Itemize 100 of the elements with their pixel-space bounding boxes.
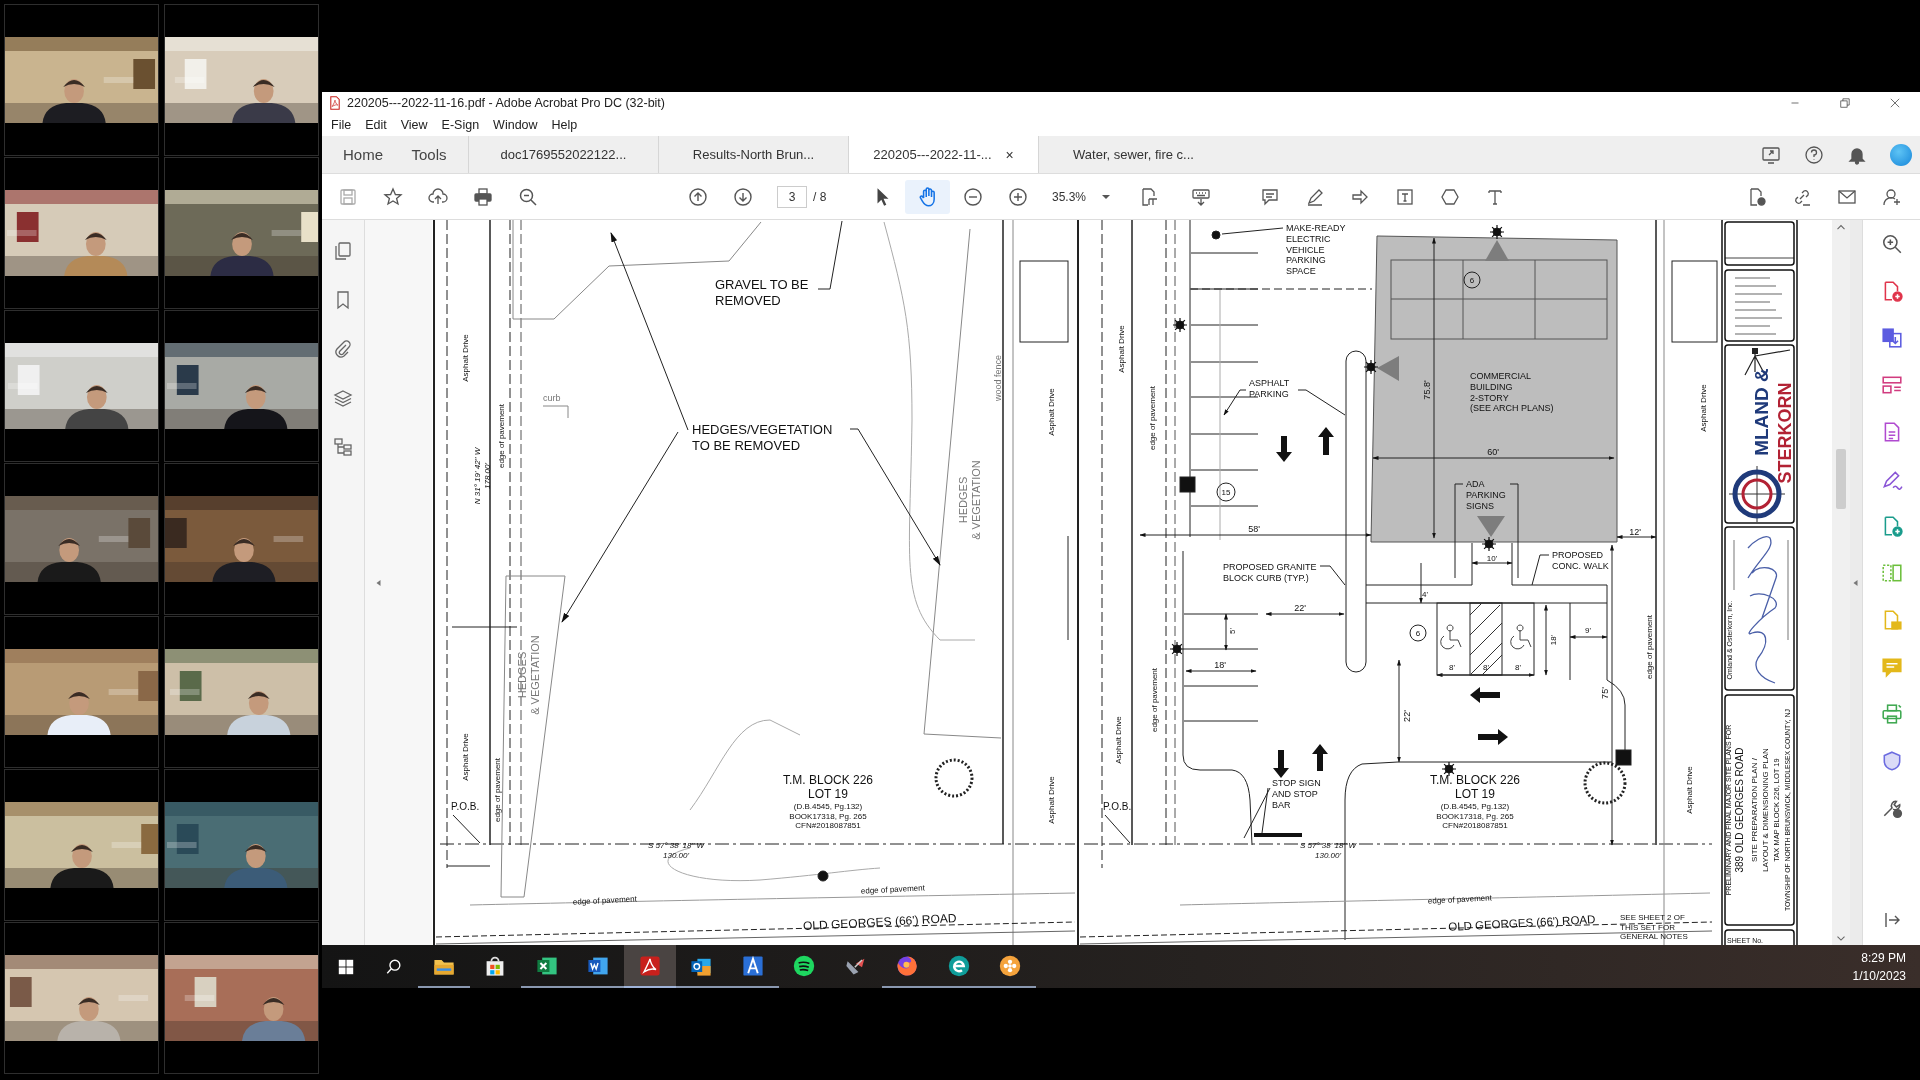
plan-label: P.O.B. (451, 801, 480, 812)
triangle-app-icon[interactable] (740, 953, 765, 978)
note-label: SEE SHEET 2 OF THIS SET FOR GENERAL NOTES (1620, 913, 1688, 942)
deed-reference: (D.B.4545, Pg.132) BOOK17318, Pg. 265 CFN#2018087851 (789, 802, 867, 831)
plan-label: Asphalt Drive (1047, 388, 1056, 436)
document-tab[interactable]: 220205---2022-11-... × (848, 136, 1038, 173)
clock-date[interactable]: 1/10/2023 (1852, 966, 1906, 985)
dimension-label: 5' (1228, 628, 1237, 634)
plan-label: Asphalt Drive (461, 733, 470, 781)
bearing-label: S 57° 38' 18" W 130.00' (1300, 841, 1356, 860)
comment-icon[interactable] (1259, 186, 1280, 207)
menu-item[interactable]: Help (544, 118, 585, 132)
target-logo-icon (1728, 348, 1791, 523)
callout-label: MAKE-READY ELECTRIC VEHICLE PARKING SPACE (1286, 223, 1346, 277)
dimension-label: 18' (1549, 634, 1558, 646)
music-app-icon[interactable] (792, 953, 817, 978)
menu-item[interactable]: File (324, 118, 359, 132)
globe-app-icon[interactable] (946, 953, 971, 978)
callout-number: 15 (1221, 488, 1231, 497)
upload-icon[interactable] (427, 186, 448, 207)
dimension-label: 9' (1585, 626, 1591, 635)
paperclip-icon[interactable] (333, 339, 353, 359)
scroll-icon[interactable] (1190, 186, 1211, 207)
callout-number: 6 (1469, 276, 1475, 285)
callout-label: STOP SIGN AND STOP BAR (1272, 778, 1321, 810)
page-number-field[interactable]: 3 (777, 185, 807, 208)
pdf-file-icon (328, 96, 342, 110)
dimension-label: 8' (1483, 663, 1489, 672)
close-tab-button[interactable]: × (1005, 146, 1014, 163)
plan-label: curb (543, 393, 561, 403)
plan-label: Asphalt Drive (1047, 776, 1056, 824)
dimension-label: 4' (1422, 590, 1428, 599)
document-tab[interactable]: Water, sewer, fire c... (1038, 136, 1228, 173)
star-icon[interactable] (382, 186, 403, 207)
layout-icon[interactable] (1880, 374, 1903, 396)
zoom-in-icon[interactable] (1880, 233, 1903, 255)
hexagon-icon[interactable] (1439, 186, 1460, 207)
callout-label: ADA PARKING SIGNS (1466, 479, 1506, 511)
flower-app-icon[interactable] (998, 953, 1023, 978)
dimension-label: 75.8' (1422, 380, 1432, 400)
print-icon[interactable] (472, 186, 493, 207)
help-icon[interactable] (1804, 144, 1824, 165)
dimension-label: 18' (1214, 660, 1226, 670)
pen-icon[interactable] (1880, 468, 1903, 490)
lot-label: T.M. BLOCK 226 LOT 19 (783, 773, 873, 802)
area-label: HEDGES & VEGETATION (957, 460, 983, 540)
menu-item[interactable]: Window (486, 118, 545, 132)
zoom-in-icon[interactable] (1007, 186, 1028, 207)
collapse-left-icon[interactable] (374, 577, 384, 588)
clock-time[interactable]: 8:29 PM (1861, 948, 1906, 967)
zoom-out-icon[interactable] (517, 186, 538, 207)
search-icon[interactable] (385, 957, 403, 976)
callout-label: ASPHALT PARKING (1249, 378, 1290, 399)
dimension-label: 58' (1248, 524, 1260, 534)
plan-label: Asphalt Drive (1699, 384, 1708, 432)
document-tab[interactable]: doc1769552022122... (468, 136, 658, 173)
next-page-icon[interactable] (732, 186, 753, 207)
plan-label: edge of pavement (860, 883, 926, 896)
nav-tab[interactable]: Home (332, 136, 394, 173)
logo-wordmark: MLAND & (1751, 368, 1772, 456)
callout-label: HEDGES/VEGETATION TO BE REMOVED (692, 422, 833, 453)
screen-share-icon[interactable] (1761, 144, 1781, 165)
logo-wordmark: STERKORN (1775, 382, 1795, 484)
avatar[interactable] (1890, 143, 1912, 166)
printer-icon[interactable] (1880, 703, 1903, 725)
plan-label: Asphalt Drive (461, 334, 470, 382)
plan-label: wood fence (993, 355, 1003, 401)
lot-label: T.M. BLOCK 226 LOT 19 (1430, 773, 1520, 802)
plan-label: edge of pavement (1148, 386, 1157, 450)
callout-number: 6 (1415, 629, 1421, 638)
structure-icon[interactable] (333, 437, 353, 457)
windows-start-icon[interactable] (337, 957, 355, 976)
bearing-label: S 57° 38' 18" W 130.00' (648, 841, 704, 860)
menu-item[interactable]: E-Sign (434, 118, 487, 132)
page-fit-icon[interactable] (1139, 186, 1159, 207)
pages-icon[interactable] (333, 241, 353, 261)
dimension-label: 22' (1294, 603, 1306, 613)
plan-label: Asphalt Drive (1685, 766, 1694, 814)
callout-label: COMMERCIAL BUILDING 2-STORY (SEE ARCH PLANS) (1470, 371, 1554, 414)
plan-label: Asphalt Drive (1117, 325, 1126, 373)
nav-tab[interactable]: Tools (398, 136, 460, 173)
area-label: HEDGES & VEGETATION (516, 635, 542, 715)
dimension-label: 8' (1515, 663, 1521, 672)
zoom-out-icon[interactable] (962, 186, 983, 207)
file-stack-icon[interactable] (1880, 327, 1903, 349)
dimension-label: 10' (1486, 554, 1498, 563)
previous-page-icon[interactable] (687, 186, 708, 207)
add-person-icon[interactable] (1881, 186, 1902, 207)
scrollbar-thumb[interactable] (1836, 449, 1846, 509)
zoom-level-field[interactable]: 35.3% (1046, 184, 1116, 209)
caret-icon[interactable] (1102, 193, 1110, 200)
fox-globe-icon[interactable] (895, 953, 920, 978)
close-icon (1888, 96, 1902, 110)
menu-item[interactable]: Edit (358, 118, 394, 132)
pdf-app-icon[interactable] (637, 953, 662, 978)
layers-icon[interactable] (333, 388, 353, 408)
dimension-label: 22' (1402, 710, 1412, 722)
text-box-icon[interactable] (1394, 186, 1415, 207)
dimension-label: 60' (1487, 447, 1499, 457)
menu-item[interactable]: View (393, 118, 435, 132)
